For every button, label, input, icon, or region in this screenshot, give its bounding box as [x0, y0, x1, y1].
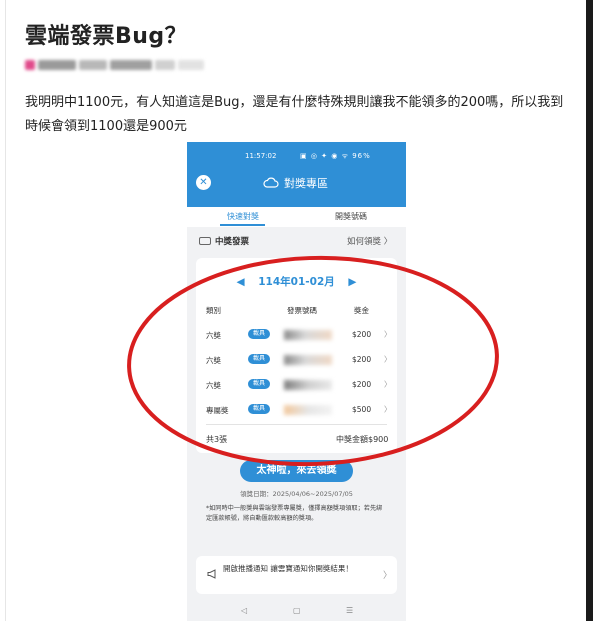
- tab-quick-check[interactable]: 快速對獎: [227, 211, 259, 222]
- close-button[interactable]: ✕: [196, 175, 211, 190]
- header-title: 對獎專區: [284, 177, 328, 190]
- claim-note: *如同時中一般獎與雲端發票專屬獎，僅擇高額獎項領取；若先綁定匯款帳號，將自動匯款…: [206, 505, 383, 522]
- nav-back-button[interactable]: ◁: [241, 606, 247, 615]
- column-header-prize: 獎金: [354, 306, 369, 315]
- window-left-edge: [0, 0, 6, 621]
- prize-amount: $500: [352, 405, 372, 414]
- status-bar: 11:57:02 ▣ ◎ ✦ ◉ ᯤ 96%: [187, 150, 406, 164]
- phone-screenshot: 11:57:02 ▣ ◎ ✦ ◉ ᯤ 96% ✕ 對獎專區 快速對獎 開獎號碼 …: [187, 142, 406, 621]
- invoice-number-blurred: [284, 380, 332, 390]
- prize-amount: $200: [352, 330, 372, 339]
- prize-row[interactable]: 六獎 載具 $200 〉: [196, 353, 397, 367]
- nav-home-button[interactable]: ▢: [293, 606, 301, 615]
- prize-section-header: 中獎發票 如何領獎 〉: [199, 235, 397, 249]
- prize-row[interactable]: 六獎 載具 $200 〉: [196, 328, 397, 342]
- window-right-edge: [586, 0, 593, 621]
- card-divider: [206, 424, 387, 425]
- prev-period-button[interactable]: ◀: [237, 276, 245, 288]
- chevron-right-icon: 〉: [384, 355, 392, 364]
- next-period-button[interactable]: ▶: [348, 276, 356, 288]
- invoice-number-blurred: [284, 355, 332, 365]
- tab-winning-numbers[interactable]: 開獎號碼: [335, 211, 367, 222]
- status-time: 11:57:02: [245, 152, 277, 160]
- nav-recents-button[interactable]: ☰: [346, 606, 353, 615]
- prize-row[interactable]: 六獎 載具 $200 〉: [196, 378, 397, 392]
- total-prize: 中獎金額$900: [336, 435, 389, 444]
- claim-prize-button[interactable]: 太神啦，來去領獎: [240, 460, 353, 482]
- period-selector: ◀ 114年01-02月 ▶: [196, 274, 397, 289]
- carrier-badge: 載具: [248, 404, 271, 414]
- winning-invoices-card: ◀ 114年01-02月 ▶ 類別 發票號碼 獎金 六獎 載具 $200 〉 六…: [196, 258, 397, 453]
- tab-bar: 快速對獎 開獎號碼: [187, 207, 406, 227]
- ticket-icon: [199, 237, 211, 245]
- post-body: 我明明中1100元，有人知道這是Bug，還是有什麼特殊規則讓我不能領多的200嗎…: [25, 95, 564, 134]
- chevron-right-icon: 〉: [383, 571, 393, 581]
- period-label: 114年01-02月: [258, 276, 335, 288]
- megaphone-icon: [207, 569, 216, 579]
- claim-date: 領獎日期：2025/04/06~2025/07/05: [240, 490, 353, 498]
- prize-category: 六獎: [206, 381, 221, 390]
- invoice-number-blurred: [284, 330, 332, 340]
- author-info-blurred: [25, 58, 205, 72]
- how-to-claim-link[interactable]: 如何領獎 〉: [347, 235, 392, 247]
- column-header-category: 類別: [206, 306, 221, 315]
- push-notification-card[interactable]: 開啟推播通知 讓雲寶通知你開獎結果！ 〉: [196, 556, 397, 594]
- header-title-group: 對獎專區: [263, 175, 328, 191]
- push-notification-text: 開啟推播通知 讓雲寶通知你開獎結果！: [223, 564, 353, 573]
- carrier-badge: 載具: [248, 329, 271, 339]
- post-title: 雲端發票Bug？: [25, 24, 188, 49]
- chevron-right-icon: 〉: [384, 380, 392, 389]
- chevron-right-icon: 〉: [384, 405, 392, 414]
- app-header: 11:57:02 ▣ ◎ ✦ ◉ ᯤ 96% ✕ 對獎專區: [187, 142, 406, 207]
- prize-section-label: 中獎發票: [215, 237, 250, 247]
- cloud-icon: [263, 177, 279, 188]
- prize-amount: $200: [352, 380, 372, 389]
- prize-category: 六獎: [206, 356, 221, 365]
- carrier-badge: 載具: [248, 354, 271, 364]
- tab-active-indicator: [220, 224, 265, 226]
- invoice-count: 共3張: [206, 435, 228, 444]
- close-icon: ✕: [199, 177, 208, 188]
- carrier-badge: 載具: [248, 379, 271, 389]
- prize-row[interactable]: 專屬獎 載具 $500 〉: [196, 403, 397, 417]
- android-nav-bar: ◁ ▢ ☰: [187, 602, 406, 621]
- prize-amount: $200: [352, 355, 372, 364]
- chevron-right-icon: 〉: [384, 330, 392, 339]
- column-header-number: 發票號碼: [287, 306, 317, 315]
- prize-category: 六獎: [206, 331, 221, 340]
- invoice-number-blurred: [284, 405, 332, 415]
- status-icons: ▣ ◎ ✦ ◉ ᯤ 96%: [300, 152, 371, 160]
- prize-category: 專屬獎: [206, 406, 229, 415]
